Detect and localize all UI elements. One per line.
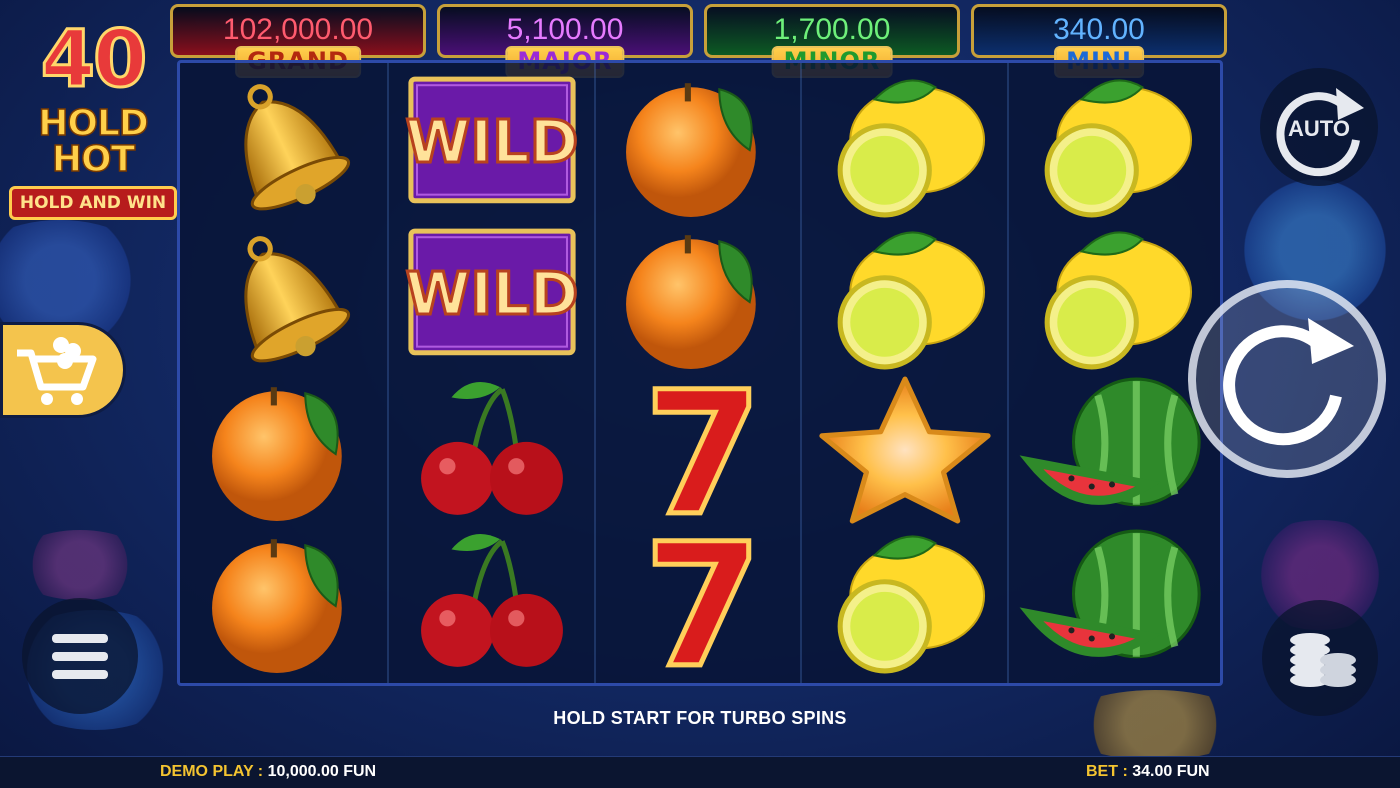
symbol-cherry: [389, 373, 595, 525]
background-chip: [10, 530, 150, 600]
svg-text:7: 7: [643, 525, 761, 677]
symbol-cherry: [389, 525, 595, 677]
logo-title: HOLD HOT: [37, 103, 149, 180]
menu-button[interactable]: [22, 598, 138, 714]
auto-label: AUTO: [1288, 116, 1350, 141]
coins-icon: [1290, 633, 1356, 687]
symbol-lemon: [1009, 69, 1215, 221]
symbol-watermelon: [1009, 373, 1215, 525]
symbol-orange: [182, 525, 388, 677]
menu-icon: [52, 634, 108, 679]
svg-text:WILD: WILD: [405, 107, 578, 176]
symbol-star: [802, 373, 1008, 525]
demo-label: DEMO PLAY :: [160, 763, 264, 780]
footer-bar: DEMO PLAY : 10,000.00 FUN BET : 34.00 FU…: [0, 756, 1400, 788]
bet-button[interactable]: [1262, 600, 1378, 716]
logo-subtitle: HOLD AND WIN: [8, 186, 178, 220]
turbo-hint: HOLD START FOR TURBO SPINS: [553, 708, 847, 728]
symbol-wild: WILD: [389, 221, 595, 373]
svg-text:7: 7: [643, 373, 761, 525]
demo-value: 10,000.00 FUN: [267, 763, 377, 780]
game-logo: 40 HOLD HOT HOLD AND WIN: [8, 15, 178, 220]
symbol-orange: [596, 221, 802, 373]
cart-icon: [17, 337, 97, 405]
symbol-lemon: [802, 69, 1008, 221]
symbol-orange: [182, 373, 388, 525]
symbol-lemon: [1009, 221, 1215, 373]
symbol-watermelon: [1009, 525, 1215, 677]
bet-label: BET :: [1086, 763, 1128, 780]
reel-grid: WILD WILD 7 7: [177, 60, 1223, 708]
spin-icon: [1223, 318, 1354, 446]
spin-button[interactable]: [1188, 280, 1386, 478]
bet-value: 34.00 FUN: [1132, 763, 1210, 780]
symbol-bell: [182, 221, 388, 373]
symbol-bell: [182, 69, 388, 221]
shop-button[interactable]: [0, 322, 126, 418]
symbol-lemon: [802, 221, 1008, 373]
svg-text:WILD: WILD: [405, 259, 578, 328]
logo-number: 40: [39, 15, 149, 105]
symbol-orange: [596, 69, 802, 221]
auto-button[interactable]: AUTO: [1260, 68, 1378, 186]
symbol-seven: 7: [596, 353, 802, 556]
symbol-lemon: [802, 525, 1008, 677]
symbol-wild: WILD: [389, 69, 595, 221]
symbol-seven: 7: [596, 505, 802, 708]
demo-balance: DEMO PLAY : 10,000.00 FUN: [160, 763, 376, 781]
bet-display: BET : 34.00 FUN: [1086, 763, 1210, 781]
